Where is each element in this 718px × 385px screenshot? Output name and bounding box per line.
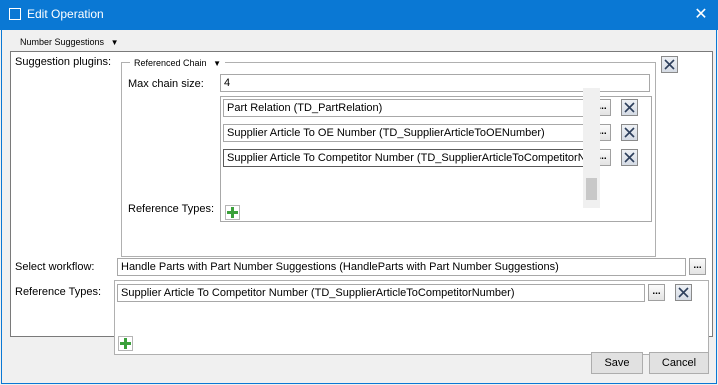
reference-type-remove-button[interactable] — [675, 284, 692, 301]
remove-button-1[interactable] — [621, 99, 638, 116]
max-chain-size-label: Max chain size: — [128, 78, 204, 90]
select-workflow-field[interactable]: Handle Parts with Part Number Suggestion… — [117, 258, 686, 276]
reference-type-field[interactable]: Supplier Article To Competitor Number (T… — [117, 284, 645, 302]
remove-button-2[interactable] — [621, 124, 638, 141]
suggestion-plugins-label: Suggestion plugins: — [15, 56, 112, 68]
select-workflow-label: Select workflow: — [15, 261, 95, 273]
chain-reference-types-label: Reference Types: — [128, 203, 215, 215]
title-bar: Edit Operation ✕ — [0, 0, 718, 30]
window-icon — [9, 8, 21, 20]
remove-icon — [678, 287, 689, 298]
close-window-button[interactable]: ✕ — [690, 4, 712, 26]
reference-types-label: Reference Types: — [15, 286, 102, 298]
remove-plugin-button[interactable] — [661, 56, 678, 73]
vertical-scrollbar[interactable] — [583, 88, 600, 208]
number-suggestions-panel: Suggestion plugins: Referenced Chain ▼ M… — [10, 51, 713, 355]
scrollbar-thumb[interactable] — [586, 178, 597, 200]
referenced-chain-title: Referenced Chain — [134, 58, 207, 68]
remove-button-3[interactable] — [621, 149, 638, 166]
save-button[interactable]: Save — [591, 352, 643, 374]
reference-type-field-1[interactable]: Part Relation (TD_PartRelation) — [223, 99, 591, 117]
collapse-triangle-icon[interactable]: ▼ — [111, 38, 119, 47]
reference-type-field-3[interactable]: Supplier Article To Competitor Number (T… — [223, 149, 591, 167]
remove-icon — [664, 59, 675, 70]
dialog-body: Suggestion plugins: Referenced Chain ▼ M… — [1, 30, 717, 384]
window-title: Edit Operation — [27, 7, 104, 21]
remove-icon — [624, 102, 635, 113]
reference-types-box: Supplier Article To Competitor Number (T… — [114, 280, 709, 355]
remove-icon — [624, 152, 635, 163]
reference-type-browse-button[interactable]: ... — [648, 284, 665, 301]
remove-icon — [624, 127, 635, 138]
number-suggestions-header[interactable]: Number Suggestions ▼ — [16, 36, 123, 49]
cancel-button[interactable]: Cancel — [649, 352, 709, 374]
collapse-triangle-icon[interactable]: ▼ — [213, 59, 221, 68]
number-suggestions-title: Number Suggestions — [20, 37, 105, 47]
reference-type-field-2[interactable]: Supplier Article To OE Number (TD_Suppli… — [223, 124, 591, 142]
referenced-chain-group: Referenced Chain ▼ Max chain size: 4 Par… — [121, 57, 656, 257]
add-reference-type-icon[interactable] — [118, 336, 133, 351]
select-workflow-browse-button[interactable]: ... — [689, 258, 706, 275]
add-reference-type-icon[interactable] — [225, 205, 240, 220]
referenced-chain-header[interactable]: Referenced Chain ▼ — [130, 57, 225, 70]
